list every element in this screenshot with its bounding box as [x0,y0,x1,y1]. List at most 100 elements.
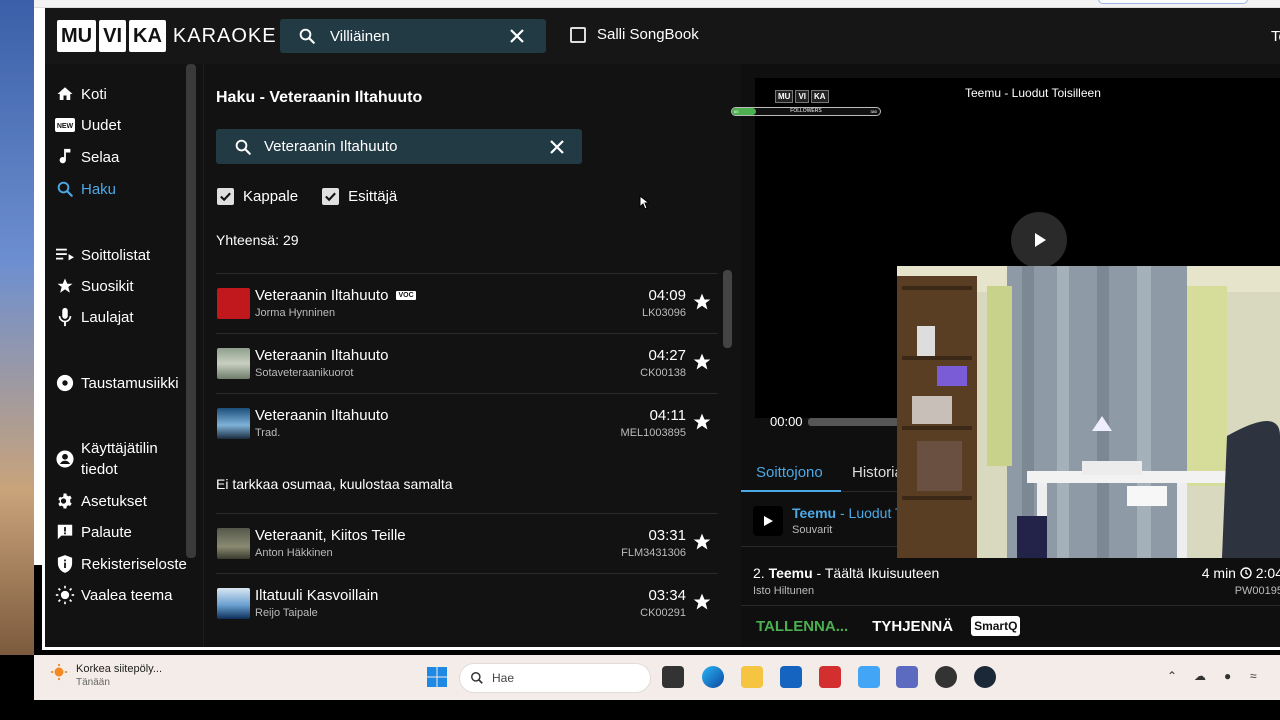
cloud-icon[interactable]: ☁ [1194,669,1206,683]
weather-line2: Tänään [76,677,110,688]
star-icon[interactable] [692,532,712,552]
sidebar-item-palaute[interactable]: Palaute [55,522,132,542]
song-title: Veteraanin Iltahuuto [255,347,389,364]
star-icon[interactable] [692,412,712,432]
clear-button[interactable]: TYHJENNÄ [872,618,953,635]
sidebar-item-koti[interactable]: Koti [55,84,107,104]
followers-label: FOLLOWERS [790,108,822,114]
checkbox-checked-icon [322,188,340,205]
mail-icon[interactable] [858,666,880,688]
song-artist: Trad. [255,427,281,439]
star-icon[interactable] [692,292,712,312]
feedback-icon [55,522,75,542]
song-artist: Jorma Hynninen [255,307,336,319]
new-badge-icon: NEW [55,115,75,135]
browser-top-strip [34,0,1280,8]
filter-label: Kappale [243,188,299,205]
microphone-icon[interactable]: ● [1224,669,1231,683]
checkbox-empty-icon [570,26,586,43]
sidebar-item-label: Käyttäjätilin tiedot [81,440,158,478]
edge-icon[interactable] [702,666,724,688]
save-button[interactable]: TALLENNA... [756,618,848,635]
tab-soittojono[interactable]: Soittojono [756,464,823,481]
video-logo-part: VI [795,90,810,103]
song-thumbnail [217,288,250,319]
star-icon[interactable] [692,352,712,372]
smartq-button[interactable]: SmartQ [971,616,1021,636]
sidebar-item-selaa[interactable]: Selaa [55,147,119,167]
star-icon [55,276,75,296]
windows-start-icon[interactable] [426,666,448,688]
store-icon[interactable] [780,666,802,688]
song-title: Veteraanit, Kiitos Teille [255,527,406,544]
queue-singer: Teemu [768,565,813,581]
search-icon [55,179,75,199]
close-icon[interactable] [510,29,530,43]
sidebar-item-soittolistat[interactable]: Soittolistat [55,245,150,265]
song-search-input[interactable]: Veteraanin Iltahuuto [216,129,582,164]
list-item[interactable]: Veteraanit, Kiitos Teille Anton Häkkinen… [216,513,718,573]
search-panel: Haku - Veteraanin Iltahuuto Veteraanin I… [203,64,737,647]
webcam-image [897,266,1280,558]
browser-pill [1098,0,1248,4]
mouse-cursor-icon [639,195,649,210]
queue-actions: TALLENNA... TYHJENNÄ SmartQ [756,616,1021,636]
logo-part-mu: MU [57,20,97,52]
sidebar-item-label: Suosikit [81,277,134,295]
webcam-overlay [897,266,1280,558]
play-button[interactable] [1011,212,1067,268]
filter-esittaja[interactable]: Esittäjä [322,188,397,205]
close-icon[interactable] [550,139,564,154]
windows-taskbar: Korkea siitepöly... Tänään Hae ⌃ ☁ ● ≈ [34,655,1280,700]
task-view-icon[interactable] [662,666,684,688]
filter-kappale[interactable]: Kappale [217,188,298,205]
obs-icon[interactable] [935,666,957,688]
music-note-icon [55,147,75,167]
sidebar-item-haku[interactable]: Haku [55,179,116,199]
file-explorer-icon[interactable] [741,666,763,688]
sidebar-item-taustamusiikki[interactable]: Taustamusiikki [55,373,179,393]
sidebar-scrollbar[interactable] [186,64,196,558]
screen-bottom [0,700,1280,720]
sidebar-item-vaalea-teema[interactable]: Vaalea teema [55,585,172,605]
star-icon[interactable] [692,592,712,612]
results-scrollbar[interactable] [723,270,732,348]
checkbox-checked-icon [217,188,234,205]
teams-icon[interactable] [896,666,918,688]
logo-part-vi: VI [99,20,127,52]
sidebar-item-laulajat[interactable]: Laulajat [55,307,134,327]
steam-icon[interactable] [974,666,996,688]
list-item[interactable]: Veteraanin Iltahuuto Trad. 04:11 MEL1003… [216,393,718,453]
list-item[interactable]: Veteraanin Iltahuuto VOC Jorma Hynninen 0… [216,273,718,333]
wifi-icon[interactable]: ≈ [1250,669,1257,683]
screen: MU VI KA KARAOKE Villiäinen Salli SongBo… [0,0,1280,720]
song-artist: Sotaveteraanikuorot [255,367,354,379]
tab-historia[interactable]: Historia [852,464,903,481]
song-code: CK00291 [640,607,686,619]
user-name[interactable]: Te [1271,28,1280,45]
songbook-checkbox[interactable]: Salli SongBook [570,26,699,43]
followers-high: 380 [870,109,877,114]
queue-item-artist: Souvarit [792,524,833,536]
top-search-value: Villiäinen [330,27,390,45]
top-search-input[interactable]: Villiäinen [280,19,546,53]
sidebar-nav: Koti NEW Uudet Selaa Haku Soittolistat S… [45,64,187,647]
sidebar-item-uudet[interactable]: NEW Uudet [55,115,121,135]
sidebar-item-suosikit[interactable]: Suosikit [55,276,134,296]
play-button[interactable] [753,506,783,536]
weather-widget[interactable]: Korkea siitepöly... Tänään [50,663,162,688]
logo[interactable]: MU VI KA KARAOKE [57,20,277,52]
queue-item-meta: 4 min 2:04 [1202,565,1280,581]
sidebar-item-label: Selaa [81,148,120,166]
account-icon [55,449,75,469]
chevron-up-icon[interactable]: ⌃ [1167,669,1177,683]
sidebar-item-kayttajatili[interactable]: Käyttäjätilin tiedot [55,438,175,480]
taskbar-search-input[interactable]: Hae [459,663,651,693]
sidebar-item-asetukset[interactable]: Asetukset [55,491,147,511]
desktop-wallpaper [0,0,34,655]
red-l-app-icon[interactable] [819,666,841,688]
song-title-wrap: Veteraanin Iltahuuto VOC [255,287,416,304]
list-item[interactable]: Veteraanin Iltahuuto Sotaveteraanikuorot… [216,333,718,393]
sidebar-item-rekisteriseloste[interactable]: Rekisteriseloste [55,554,187,574]
list-item[interactable]: Iltatuuli Kasvoillain Reijo Taipale 03:3… [216,573,718,633]
